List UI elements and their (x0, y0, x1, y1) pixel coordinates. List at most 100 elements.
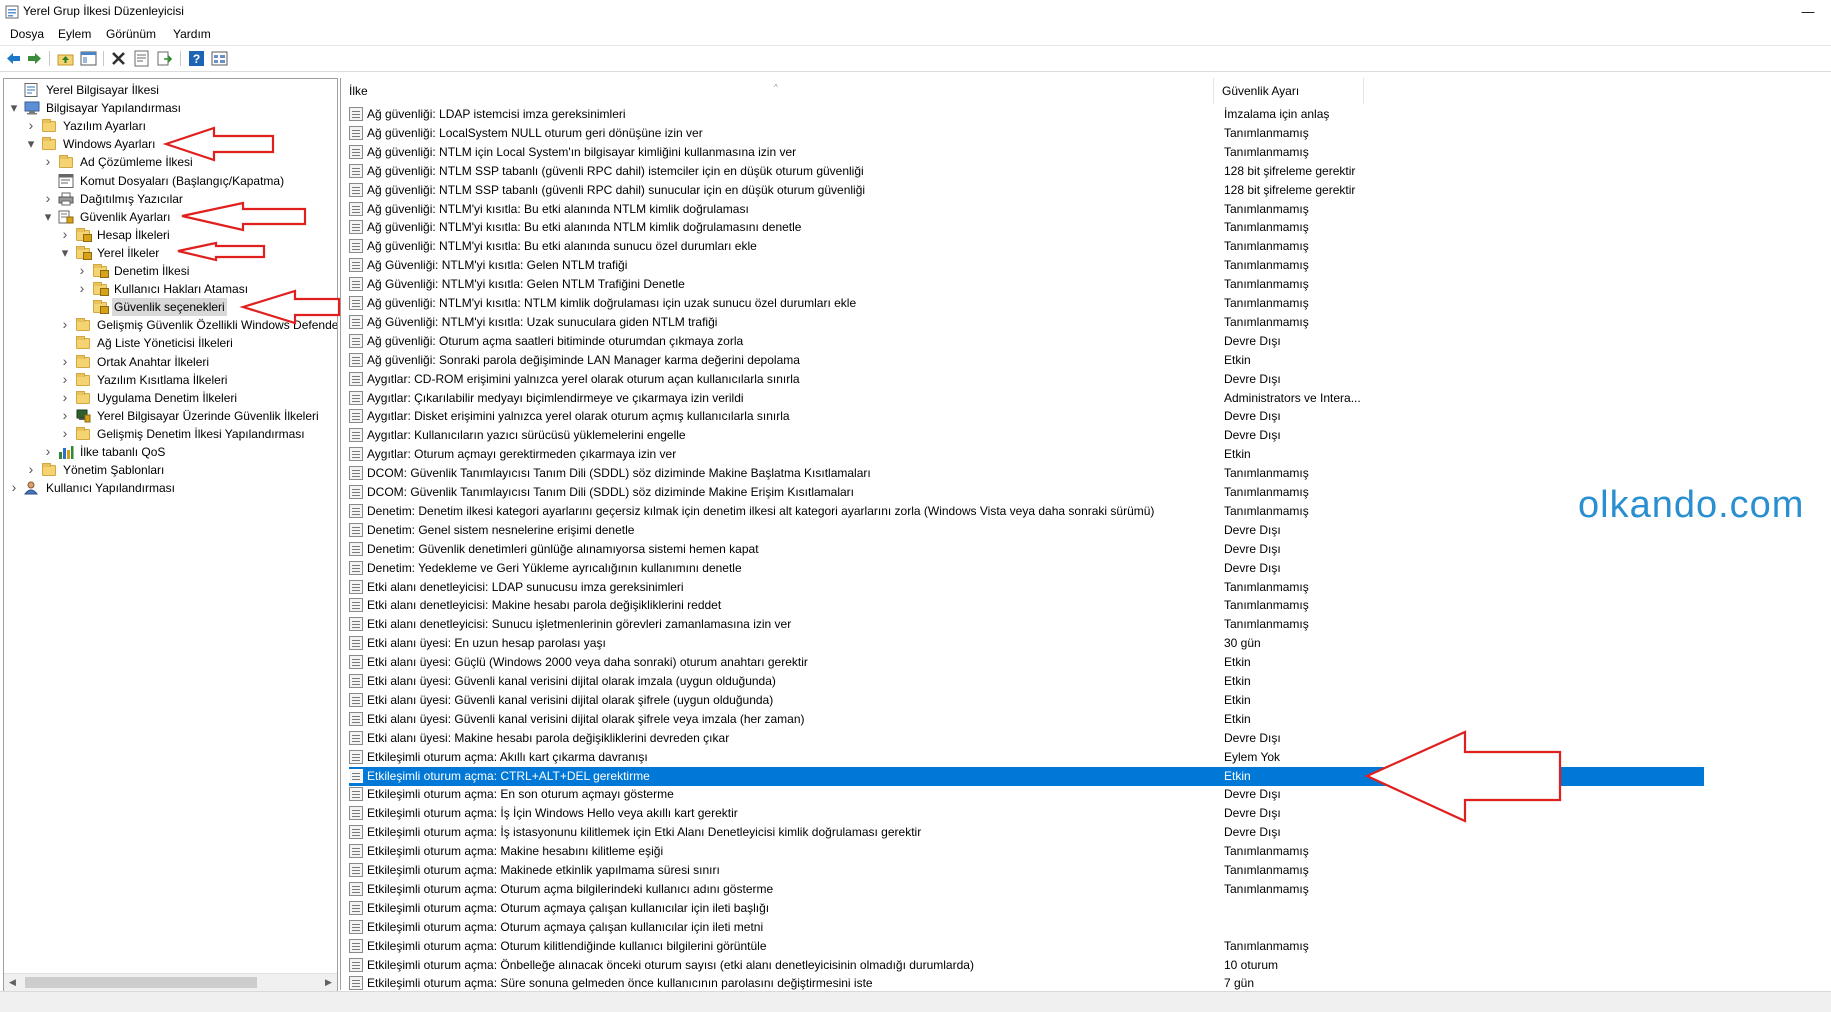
policy-row[interactable]: Etki alanı denetleyicisi: Sunucu işletme… (349, 615, 1704, 634)
policy-row[interactable]: Denetim: Genel sistem nesnelerine erişim… (349, 521, 1704, 540)
delete-icon[interactable] (110, 50, 127, 67)
back-arrow-icon[interactable] (5, 50, 22, 67)
scroll-right-icon[interactable]: ▶ (320, 974, 337, 991)
policy-row[interactable]: DCOM: Güvenlik Tanımlayıcısı Tanım Dili … (349, 464, 1704, 483)
policy-row[interactable]: Etkileşimli oturum açma: Akıllı kart çık… (349, 748, 1704, 767)
policy-row[interactable]: Ağ Güvenliği: NTLM'yi kısıtla: Gelen NTL… (349, 256, 1704, 275)
security-setting-value: Tanımlanmamış (1224, 201, 1309, 216)
policy-row[interactable]: Ağ Güvenliği: NTLM'yi kısıtla: Uzak sunu… (349, 313, 1704, 332)
policy-row[interactable]: Etkileşimli oturum açma: Oturum açmaya ç… (349, 899, 1704, 918)
policy-row[interactable]: Ağ güvenliği: NTLM'yi kısıtla: Bu etki a… (349, 218, 1704, 237)
column-header-policy[interactable]: İlke ^ (341, 78, 1214, 104)
policy-row[interactable]: Etki alanı denetleyicisi: LDAP sunucusu … (349, 578, 1704, 597)
help-icon[interactable]: ? (188, 50, 205, 67)
policy-row[interactable]: Etkileşimli oturum açma: Önbelleğe alına… (349, 956, 1704, 975)
policy-row[interactable]: Etki alanı üyesi: Güvenli kanal verisini… (349, 672, 1704, 691)
tree-item-label: Kullanıcı Yapılandırması (46, 481, 175, 496)
policy-setting-icon (349, 579, 363, 594)
expand-chevron-icon[interactable]: › (76, 280, 88, 298)
console-tree-pane[interactable]: Yerel Bilgisayar İlkesi ▾ Bilgisayar Yapıl… (3, 78, 338, 992)
menu-view[interactable]: Görünüm (106, 27, 156, 41)
policy-row[interactable]: Ağ güvenliği: NTLM SSP tabanlı (güvenli … (349, 181, 1704, 200)
policy-row[interactable]: Aygıtlar: Çıkarılabilir medyayı biçimlen… (349, 389, 1704, 408)
policy-name: Etki alanı üyesi: Makine hesabı parola d… (367, 730, 730, 745)
policy-row[interactable]: Ağ Güvenliği: NTLM'yi kısıtla: Gelen NTL… (349, 275, 1704, 294)
collapse-chevron-icon[interactable]: ▾ (25, 135, 37, 153)
collapse-chevron-icon[interactable]: ▾ (42, 208, 54, 226)
policy-row[interactable]: Etkileşimli oturum açma: En son oturum a… (349, 785, 1704, 804)
policy-row[interactable]: Etkileşimli oturum açma: Süre sonuna gel… (349, 974, 1704, 990)
policy-row[interactable]: Ağ güvenliği: NTLM'yi kısıtla: Bu etki a… (349, 200, 1704, 219)
policy-row[interactable]: Etki alanı üyesi: Güvenli kanal verisini… (349, 691, 1704, 710)
tree-item-label: Ortak Anahtar İlkeleri (97, 354, 210, 369)
policy-row[interactable]: Ağ güvenliği: LDAP istemcisi imza gereks… (349, 105, 1704, 124)
policy-row[interactable]: Etki alanı üyesi: Güçlü (Windows 2000 ve… (349, 653, 1704, 672)
expand-chevron-icon[interactable]: › (42, 153, 54, 171)
policy-row[interactable]: Ağ güvenliği: NTLM için Local System'ın … (349, 143, 1704, 162)
policy-row[interactable]: Etkileşimli oturum açma: Makine hesabını… (349, 842, 1704, 861)
expand-chevron-icon[interactable]: › (76, 262, 88, 280)
expand-chevron-icon[interactable]: › (59, 226, 71, 244)
collapse-chevron-icon[interactable]: ▾ (8, 99, 20, 117)
minimize-button[interactable]: — (1785, 0, 1831, 24)
policy-row[interactable]: Etki alanı üyesi: En uzun hesap parolası… (349, 634, 1704, 653)
policy-row[interactable]: Ağ güvenliği: NTLM'yi kısıtla: NTLM kiml… (349, 294, 1704, 313)
expand-chevron-icon[interactable]: › (42, 443, 54, 461)
policy-row[interactable]: Ağ güvenliği: LocalSystem NULL oturum ge… (349, 124, 1704, 143)
policy-row[interactable]: Etkileşimli oturum açma: İş istasyonunu … (349, 823, 1704, 842)
policy-row[interactable]: Ağ güvenliği: Sonraki parola değişiminde… (349, 351, 1704, 370)
expand-chevron-icon[interactable]: › (59, 407, 71, 425)
policy-name: Ağ güvenliği: NTLM'yi kısıtla: Bu etki a… (367, 201, 749, 216)
expand-chevron-icon[interactable]: › (42, 190, 54, 208)
policy-row[interactable]: Aygıtlar: Kullanıcıların yazıcı sürücüsü… (349, 426, 1704, 445)
column-header-security-setting[interactable]: Güvenlik Ayarı (1214, 78, 1364, 104)
policy-row[interactable]: Etkileşimli oturum açma: Makinede etkinl… (349, 861, 1704, 880)
tree-scroll-thumb[interactable] (25, 977, 257, 988)
policy-row[interactable]: Etki alanı denetleyicisi: Makine hesabı … (349, 596, 1704, 615)
menu-help[interactable]: Yardım (173, 27, 211, 41)
policy-row[interactable]: Ağ güvenliği: NTLM'yi kısıtla: Bu etki a… (349, 237, 1704, 256)
scroll-left-icon[interactable]: ◀ (4, 974, 21, 991)
policy-name: Denetim: Genel sistem nesnelerine erişim… (367, 522, 635, 537)
expand-chevron-icon[interactable]: › (25, 461, 37, 479)
policy-row[interactable]: Etkileşimli oturum açma: Oturum açmaya ç… (349, 918, 1704, 937)
menu-file[interactable]: Dosya (10, 27, 44, 41)
expand-chevron-icon[interactable]: › (59, 371, 71, 389)
policy-row[interactable]: DCOM: Güvenlik Tanımlayıcısı Tanım Dili … (349, 483, 1704, 502)
up-folder-icon[interactable] (57, 50, 74, 67)
policy-row[interactable]: Etki alanı üyesi: Güvenli kanal verisini… (349, 710, 1704, 729)
view-icon[interactable] (211, 50, 228, 67)
expand-chevron-icon[interactable]: › (59, 425, 71, 443)
folder-icon (75, 318, 91, 332)
policy-name: Etkileşimli oturum açma: Önbelleğe alına… (367, 957, 974, 972)
menu-action[interactable]: Eylem (58, 27, 91, 41)
policy-row[interactable]: Ağ güvenliği: NTLM SSP tabanlı (güvenli … (349, 162, 1704, 181)
tree-horizontal-scrollbar[interactable]: ◀ ▶ (4, 973, 337, 991)
policy-row[interactable]: Etki alanı üyesi: Makine hesabı parola d… (349, 729, 1704, 748)
policy-row[interactable]: Denetim: Denetim ilkesi kategori ayarlar… (349, 502, 1704, 521)
forward-arrow-icon[interactable] (26, 50, 43, 67)
policy-row[interactable]: Etkileşimli oturum açma: Oturum açma bil… (349, 880, 1704, 899)
expand-chevron-icon[interactable]: › (8, 479, 20, 497)
collapse-chevron-icon[interactable]: ▾ (59, 244, 71, 262)
policy-row[interactable]: Ağ güvenliği: Oturum açma saatleri bitim… (349, 332, 1704, 351)
properties-icon[interactable] (133, 50, 150, 67)
security-setting-value: Tanımlanmamış (1224, 881, 1309, 896)
policy-row[interactable]: Aygıtlar: Disket erişimini yalnızca yere… (349, 407, 1704, 426)
policy-row[interactable]: Aygıtlar: Oturum açmayı gerektirmeden çı… (349, 445, 1704, 464)
policy-row[interactable]: Denetim: Yedekleme ve Geri Yükleme ayrıc… (349, 559, 1704, 578)
policy-row[interactable]: Aygıtlar: CD-ROM erişimini yalnızca yere… (349, 370, 1704, 389)
expand-chevron-icon[interactable]: › (59, 389, 71, 407)
show-hide-tree-icon[interactable] (80, 50, 97, 67)
policy-row[interactable]: Etkileşimli oturum açma: CTRL+ALT+DEL ge… (349, 766, 1704, 786)
expand-chevron-icon[interactable]: › (59, 353, 71, 371)
policy-row[interactable]: Denetim: Güvenlik denetimleri günlüğe al… (349, 540, 1704, 559)
export-list-icon[interactable] (156, 50, 173, 67)
policy-list-pane[interactable]: İlke ^ Güvenlik Ayarı Ağ güvenliği: LDAP… (340, 78, 1831, 990)
policy-name: Etkileşimli oturum açma: Süre sonuna gel… (367, 976, 873, 990)
policy-row[interactable]: Etkileşimli oturum açma: İş İçin Windows… (349, 804, 1704, 823)
expand-chevron-icon[interactable]: › (25, 117, 37, 135)
expand-chevron-icon[interactable]: › (59, 316, 71, 334)
policy-row[interactable]: Etkileşimli oturum açma: Oturum kilitlen… (349, 937, 1704, 956)
